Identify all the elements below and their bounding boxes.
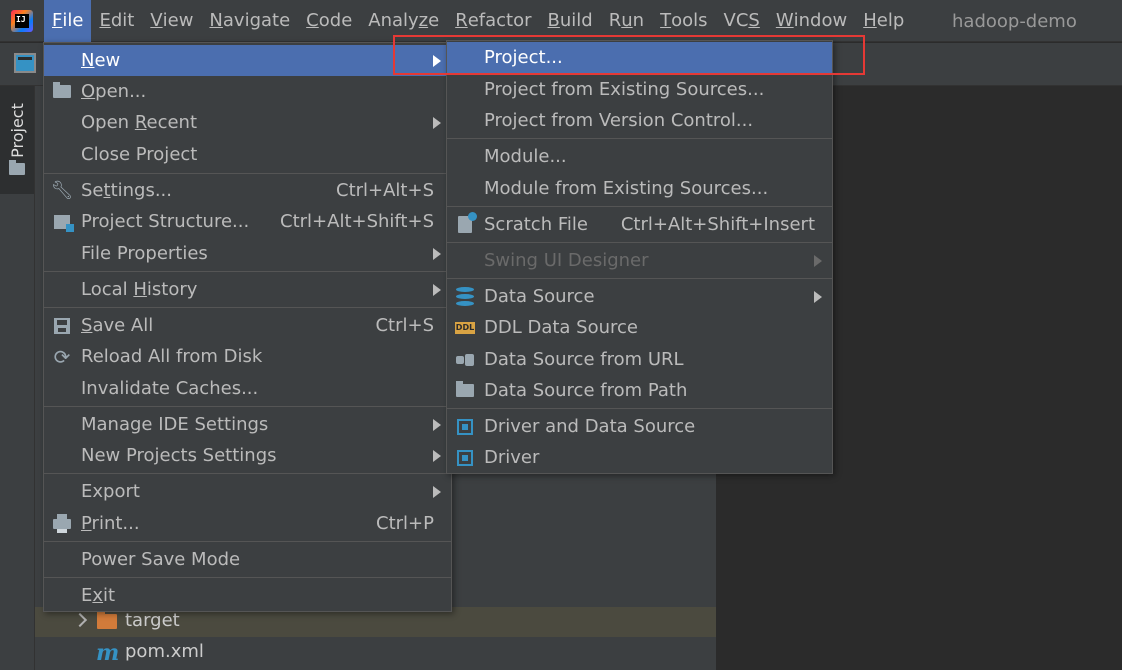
menu-item-invalidate-caches[interactable]: Invalidate Caches... [44,373,451,404]
submenu-item-module[interactable]: Module... [447,141,832,172]
submenu-item-project-existing-sources[interactable]: Project from Existing Sources... [447,74,832,105]
window-project-title: hadoop-demo [952,10,1077,32]
submenu-arrow-icon [433,418,441,431]
print-icon [52,513,72,534]
menu-separator [447,408,832,409]
plug-icon [455,350,475,370]
menu-item-close-project[interactable]: Close Project [44,139,451,170]
menu-separator [447,242,832,243]
submenu-arrow-icon [433,449,441,462]
submenu-item-driver-and-data-source[interactable]: Driver and Data Source [447,411,832,442]
menu-item-reload-all[interactable]: ⟳ Reload All from Disk [44,341,451,372]
menu-item-open[interactable]: Open... [44,76,451,107]
submenu-item-module-existing-sources[interactable]: Module from Existing Sources... [447,173,832,204]
submenu-item-data-source-path[interactable]: Data Source from Path [447,375,832,406]
submenu-arrow-icon [433,283,441,296]
menu-item-print[interactable]: Print... Ctrl+P [44,508,451,539]
menu-separator [44,173,451,174]
scratch-file-icon [455,212,477,235]
highlight-annotation-box [393,35,865,75]
folder-icon [9,160,25,175]
menu-view[interactable]: View [142,0,201,42]
submenu-item-driver[interactable]: Driver [447,442,832,473]
folder-open-icon [455,381,475,401]
driver-icon [455,448,475,468]
submenu-arrow-icon [433,485,441,498]
menu-item-project-structure[interactable]: Project Structure... Ctrl+Alt+Shift+S [44,206,451,237]
ddl-icon: DDL [455,321,475,334]
menu-item-new[interactable]: New [44,45,451,76]
menu-item-exit[interactable]: Exit [44,580,451,611]
menu-file[interactable]: File [44,0,92,42]
excluded-folder-icon [97,611,117,629]
submenu-arrow-icon [433,247,441,260]
menu-separator [44,541,451,542]
maven-icon: m [96,640,120,666]
menu-separator [44,307,451,308]
menu-separator [447,278,832,279]
reload-icon: ⟳ [53,344,71,369]
menu-item-open-recent[interactable]: Open Recent [44,107,451,138]
database-icon [455,286,475,307]
menu-item-export[interactable]: Export [44,476,451,507]
submenu-item-ddl-data-source[interactable]: DDL DDL Data Source [447,312,832,343]
menu-separator [447,138,832,139]
menu-navigate[interactable]: Navigate [201,0,298,42]
menu-item-settings[interactable]: 🔧︎ Settings... Ctrl+Alt+S [44,175,451,206]
menu-separator [44,577,451,578]
menu-separator [44,271,451,272]
save-icon [52,316,72,336]
menu-item-file-properties[interactable]: File Properties [44,238,451,269]
menu-item-new-projects-settings[interactable]: New Projects Settings [44,440,451,471]
project-tool-tab-label[interactable]: Project [0,100,34,160]
menu-item-local-history[interactable]: Local History [44,274,451,305]
driver-icon [455,417,475,437]
menu-separator [44,473,451,474]
file-menu-popup: New Open... Open Recent Close Project 🔧︎… [43,42,452,612]
project-structure-icon [52,212,74,232]
menu-edit[interactable]: Edit [91,0,142,42]
submenu-item-data-source-url[interactable]: Data Source from URL [447,344,832,375]
submenu-arrow-icon [814,290,822,303]
folder-open-icon [52,82,72,102]
tree-row[interactable]: m pom.xml [35,638,716,668]
new-submenu-popup: Project... Project from Existing Sources… [446,40,833,474]
submenu-item-scratch-file[interactable]: Scratch File Ctrl+Alt+Shift+Insert [447,209,832,240]
menu-item-manage-ide-settings[interactable]: Manage IDE Settings [44,409,451,440]
tree-label: target [125,610,180,631]
intellij-logo-icon: IJ [0,0,44,42]
chevron-right-icon[interactable] [72,612,88,628]
submenu-item-project-version-control[interactable]: Project from Version Control... [447,105,832,136]
menu-item-power-save-mode[interactable]: Power Save Mode [44,544,451,575]
submenu-arrow-icon [814,254,822,267]
menu-code[interactable]: Code [298,0,360,42]
submenu-arrow-icon [433,116,441,129]
tree-label: pom.xml [125,641,204,662]
submenu-item-data-source[interactable]: Data Source [447,281,832,312]
menu-separator [447,206,832,207]
window-layout-icon[interactable] [14,53,36,73]
menu-item-save-all[interactable]: Save All Ctrl+S [44,310,451,341]
submenu-item-swing-ui-designer: Swing UI Designer [447,245,832,276]
wrench-icon: 🔧︎ [50,179,74,201]
menu-separator [44,406,451,407]
